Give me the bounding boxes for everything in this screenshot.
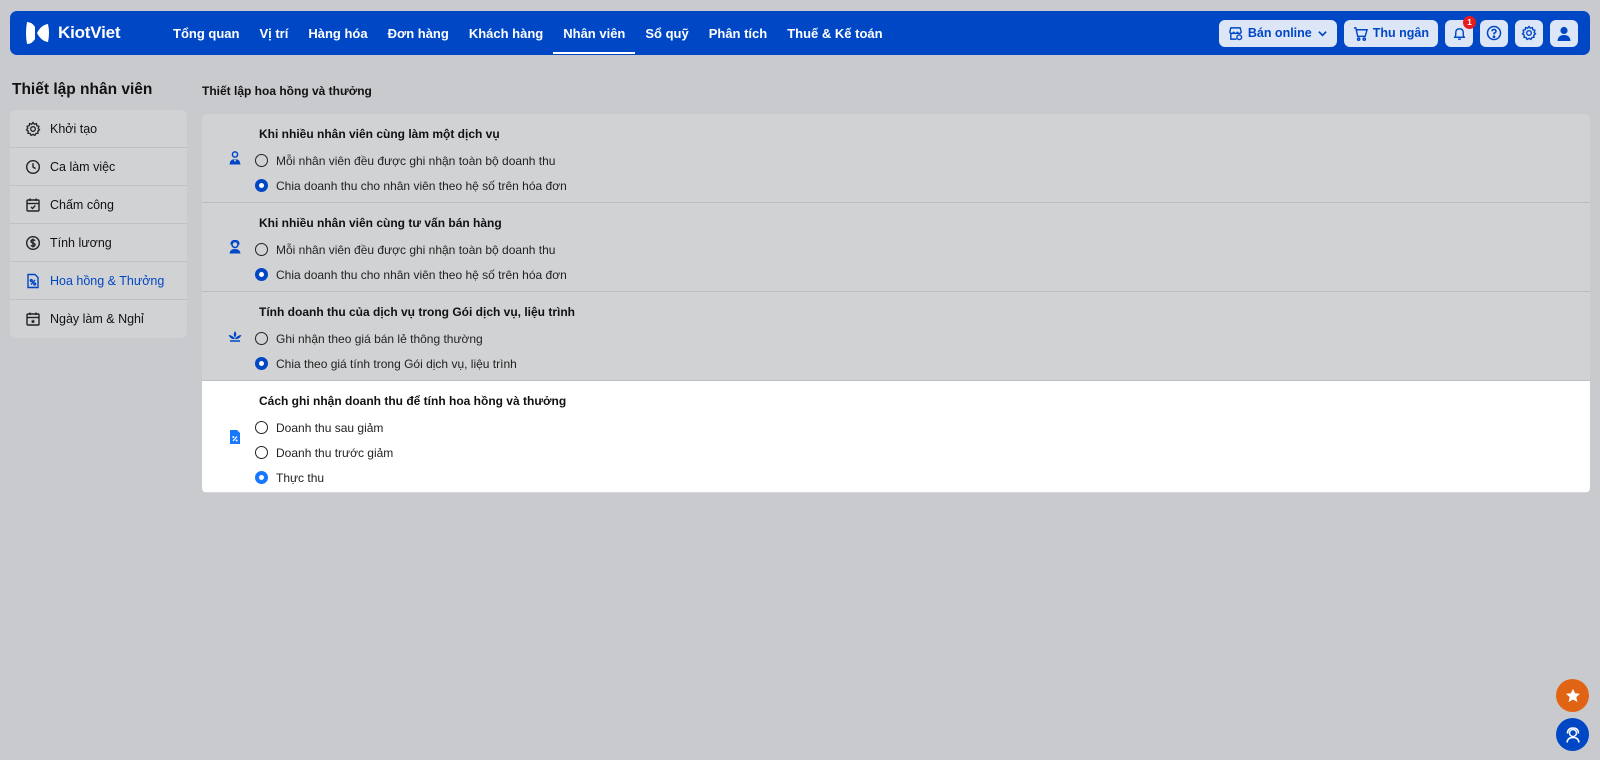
sidebar-item-init[interactable]: Khởi tạo	[10, 110, 187, 148]
section-title: Khi nhiều nhân viên cùng làm một dịch vụ	[259, 127, 500, 141]
radio-label: Chia theo giá tính trong Gói dịch vụ, li…	[276, 356, 517, 371]
radio-label: Mỗi nhân viên đều được ghi nhận toàn bộ …	[276, 242, 556, 257]
radio-button-selected[interactable]	[255, 357, 268, 370]
nav-orders[interactable]: Đơn hàng	[378, 11, 459, 55]
radio-label: Chia doanh thu cho nhân viên theo hệ số …	[276, 267, 567, 282]
radio-label: Thực thu	[276, 470, 325, 485]
brand-logo[interactable]: KiotViet	[23, 19, 151, 47]
radio-option[interactable]: Chia doanh thu cho nhân viên theo hệ số …	[255, 173, 1590, 198]
percent-doc-icon	[27, 273, 39, 288]
service-staff-icon	[229, 151, 241, 165]
sidebar-item-label: Tính lương	[50, 235, 112, 250]
cashier-label: Thu ngân	[1372, 26, 1429, 40]
percent-doc-icon	[230, 429, 240, 444]
radio-label: Mỗi nhân viên đều được ghi nhận toàn bộ …	[276, 153, 556, 168]
user-avatar-button[interactable]	[1550, 19, 1578, 47]
clock-icon	[25, 159, 41, 174]
settings-panel: Khi nhiều nhân viên cùng làm một dịch vụ…	[202, 114, 1590, 493]
radio-button[interactable]	[255, 332, 268, 345]
sidebar-item-label: Khởi tạo	[50, 121, 98, 136]
radio-button-selected[interactable]	[255, 179, 268, 192]
section-service-package: Tính doanh thu của dịch vụ trong Gói dịc…	[202, 292, 1590, 381]
favorite-fab-button[interactable]	[1556, 679, 1589, 712]
radio-button-selected[interactable]	[255, 471, 268, 484]
gear-icon	[25, 120, 41, 136]
radio-option[interactable]: Ghi nhận theo giá bán lẻ thông thường	[255, 326, 1590, 351]
sidebar-item-label: Chấm công	[50, 197, 114, 212]
nav-products[interactable]: Hàng hóa	[298, 11, 377, 55]
radio-option[interactable]: Chia theo giá tính trong Gói dịch vụ, li…	[255, 351, 1590, 376]
nav-staff[interactable]: Nhân viên	[553, 11, 636, 55]
top-actions: Bán online Thu ngân 1	[1218, 15, 1578, 47]
radio-option[interactable]: Mỗi nhân viên đều được ghi nhận toàn bộ …	[255, 237, 1590, 262]
radio-label: Chia doanh thu cho nhân viên theo hệ số …	[276, 178, 567, 193]
sidebar-menu: Khởi tạo Ca làm việc Chấm công Tính lươn…	[10, 110, 187, 338]
radio-button[interactable]	[255, 154, 268, 167]
help-button[interactable]	[1480, 19, 1508, 47]
nav-analytics[interactable]: Phân tích	[699, 11, 778, 55]
radio-option[interactable]: Chia doanh thu cho nhân viên theo hệ số …	[255, 262, 1590, 287]
lotus-icon	[228, 331, 242, 342]
sell-online-dropdown[interactable]: Bán online	[1218, 19, 1337, 47]
sidebar-item-days-off[interactable]: Ngày làm & Nghỉ	[10, 300, 187, 338]
sell-online-label: Bán online	[1247, 26, 1312, 40]
support-agent-icon	[1565, 726, 1580, 743]
cashier-button[interactable]: Thu ngân	[1343, 19, 1438, 47]
radio-label: Ghi nhận theo giá bán lẻ thông thường	[276, 331, 483, 346]
notification-badge: 1	[1463, 15, 1476, 29]
calendar-check-icon	[26, 198, 40, 212]
main-nav: Tổng quan Vị trí Hàng hóa Đơn hàng Khách…	[163, 11, 893, 55]
radio-button[interactable]	[255, 421, 268, 434]
sidebar-title: Thiết lập nhân viên	[12, 81, 153, 98]
sidebar-item-label: Ca làm việc	[50, 159, 116, 174]
nav-location[interactable]: Vị trí	[249, 11, 298, 55]
sidebar-item-commission[interactable]: Hoa hồng & Thưởng	[10, 262, 187, 300]
radio-option[interactable]: Doanh thu trước giảm	[255, 440, 1590, 465]
sidebar-item-label: Ngày làm & Nghỉ	[50, 312, 144, 326]
nav-customers[interactable]: Khách hàng	[459, 11, 553, 55]
cart-icon	[1353, 26, 1368, 41]
support-fab-button[interactable]	[1556, 718, 1589, 751]
page-title: Thiết lập hoa hồng và thưởng	[202, 84, 372, 98]
notification-button[interactable]: 1	[1445, 15, 1476, 47]
help-icon	[1486, 25, 1502, 41]
section-revenue-recognition: Cách ghi nhận doanh thu để tính hoa hồng…	[202, 381, 1590, 493]
radio-option[interactable]: Mỗi nhân viên đều được ghi nhận toàn bộ …	[255, 148, 1590, 173]
section-multi-staff-service: Khi nhiều nhân viên cùng làm một dịch vụ…	[202, 114, 1590, 203]
star-icon	[1565, 688, 1580, 702]
radio-button-selected[interactable]	[255, 268, 268, 281]
radio-button[interactable]	[255, 243, 268, 256]
section-title: Khi nhiều nhân viên cùng tư vấn bán hàng	[259, 216, 502, 230]
sidebar-item-shifts[interactable]: Ca làm việc	[10, 148, 187, 186]
settings-button[interactable]	[1515, 19, 1543, 47]
gear-icon	[1521, 25, 1537, 41]
user-avatar-icon	[1557, 26, 1571, 41]
chevron-down-icon	[1317, 30, 1327, 37]
radio-label: Doanh thu trước giảm	[276, 445, 394, 460]
brand-name: KiotViet	[58, 23, 121, 42]
online-store-icon	[1229, 26, 1243, 40]
nav-overview[interactable]: Tổng quan	[163, 11, 249, 55]
kiotviet-logo-icon	[26, 22, 49, 44]
nav-cashbook[interactable]: Sổ quỹ	[635, 11, 698, 55]
sidebar-item-label: Hoa hồng & Thưởng	[50, 273, 165, 288]
sidebar-item-payroll[interactable]: Tính lương	[10, 224, 187, 262]
radio-label: Doanh thu sau giảm	[276, 420, 384, 435]
section-title: Cách ghi nhận doanh thu để tính hoa hồng…	[259, 394, 567, 408]
calendar-star-icon	[26, 312, 40, 326]
consultant-icon	[229, 239, 241, 254]
radio-button[interactable]	[255, 446, 268, 459]
section-multi-staff-consult: Khi nhiều nhân viên cùng tư vấn bán hàng…	[202, 203, 1590, 292]
radio-option[interactable]: Thực thu	[255, 465, 1590, 490]
section-title: Tính doanh thu của dịch vụ trong Gói dịc…	[259, 305, 575, 319]
radio-option[interactable]: Doanh thu sau giảm	[255, 415, 1590, 440]
top-navbar: KiotViet Tổng quan Vị trí Hàng hóa Đơn h…	[10, 11, 1590, 55]
dollar-icon	[25, 235, 41, 250]
nav-tax-accounting[interactable]: Thuế & Kế toán	[777, 11, 892, 55]
sidebar-item-timekeeping[interactable]: Chấm công	[10, 186, 187, 224]
bell-icon	[1453, 27, 1465, 40]
